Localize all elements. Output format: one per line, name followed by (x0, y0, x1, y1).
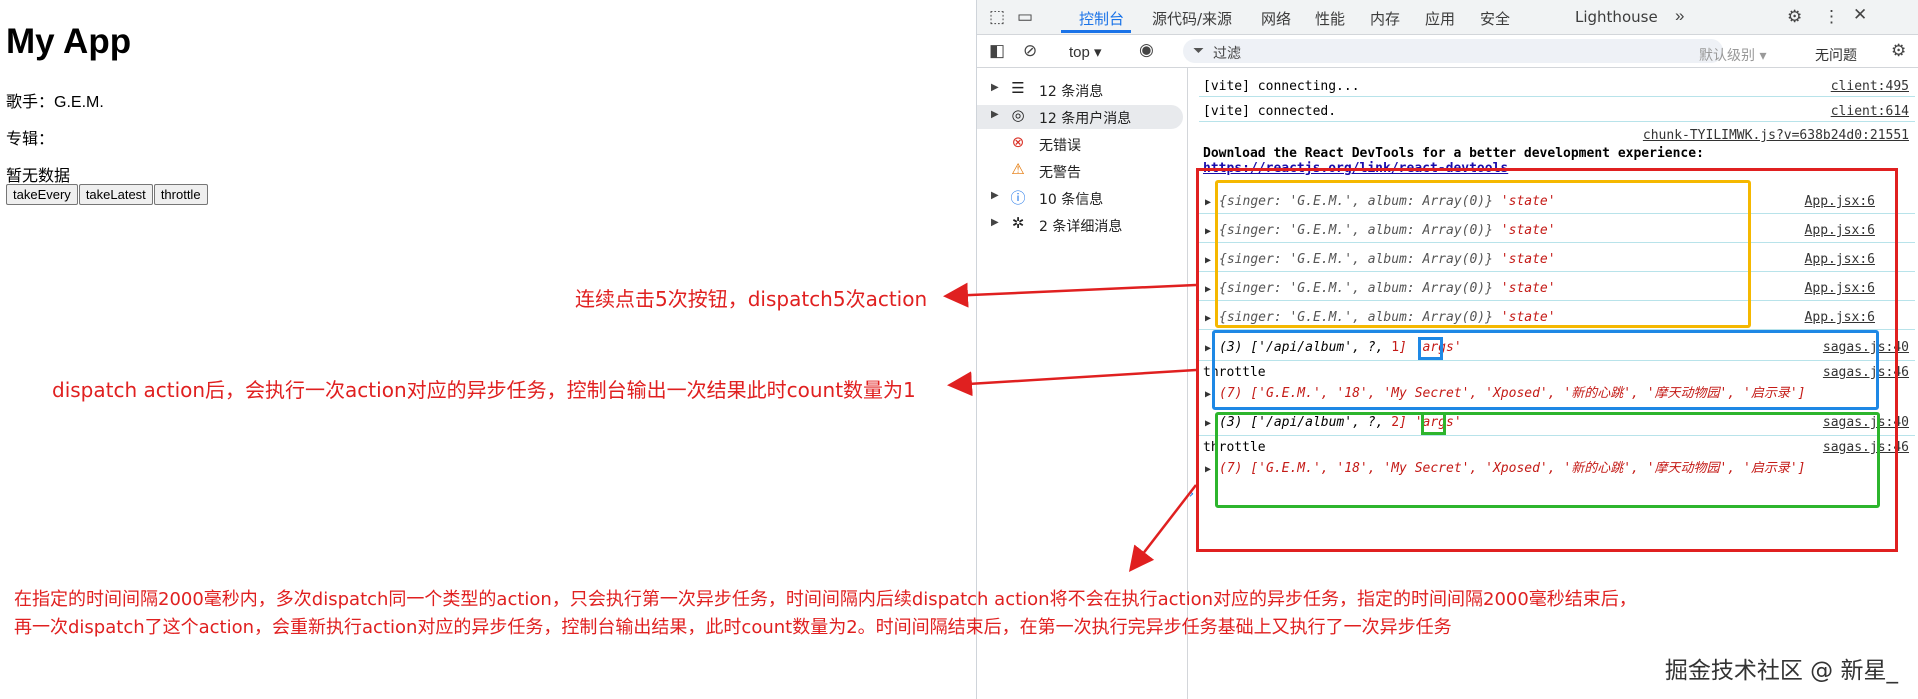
watermark: 掘金技术社区 @ 新星_ (1664, 658, 1898, 684)
arrow-to-annotation-1 (943, 282, 1197, 308)
annotation-throttle-line-2: 再一次dispatch了这个action，会重新执行action对应的异步任务，… (14, 617, 1452, 638)
arrow-to-annotation-2 (947, 368, 1197, 397)
arrow-to-annotation-3 (1128, 484, 1197, 572)
annotation-throttle-line-1: 在指定的时间间隔2000毫秒内，多次dispatch同一个类型的action，只… (14, 589, 1637, 610)
annotation-first-execution: dispatch action后，会执行一次action对应的异步任务，控制台输… (52, 378, 916, 402)
annotation-dispatch-five: 连续点击5次按钮，dispatch5次action (575, 287, 928, 311)
